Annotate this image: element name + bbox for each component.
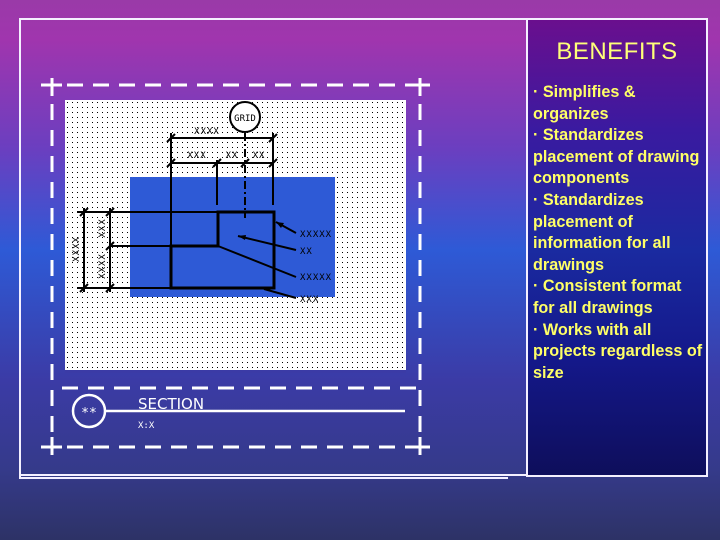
callout-4: XXX	[300, 295, 319, 305]
dim-top-overall: XXXX	[194, 127, 220, 137]
grid-bubble: GRID	[229, 101, 261, 133]
callout-2: XX	[300, 247, 313, 257]
dim-top-segment-2: XX	[226, 151, 239, 161]
benefit-item: · Simplifies & organizes	[533, 83, 636, 123]
dim-left-overall: XXXX	[72, 236, 82, 262]
section-marker: ** SECTION X:X	[71, 393, 405, 431]
callout-3: XXXXX	[300, 273, 332, 283]
benefit-item: · Consistent format for all drawings	[533, 277, 682, 317]
section-bubble-label: **	[81, 406, 97, 421]
grid-bubble-label: GRID	[234, 114, 256, 124]
drawing-area-edge-ticks	[65, 370, 406, 373]
dim-left-segment-1: XXX	[98, 218, 108, 237]
benefits-list: · Simplifies & organizes · Standardizes …	[533, 82, 705, 384]
benefit-item: · Standardizes placement of information …	[533, 190, 671, 274]
dim-left-segment-2: XXXX	[98, 253, 108, 279]
benefits-panel: BENEFITS · Simplifies & organizes · Stan…	[526, 18, 708, 477]
dim-top-segment-1: XXX	[187, 151, 206, 161]
section-title: SECTION	[138, 395, 204, 413]
benefits-title: BENEFITS	[556, 38, 678, 65]
callout-1: XXXXX	[300, 230, 332, 240]
benefit-item: · Works with all projects regardless of …	[533, 320, 703, 382]
section-scale: X:X	[138, 421, 155, 431]
dim-top-segment-3: XX	[253, 151, 266, 161]
benefit-item: · Standardizes placement of drawing comp…	[533, 126, 700, 188]
